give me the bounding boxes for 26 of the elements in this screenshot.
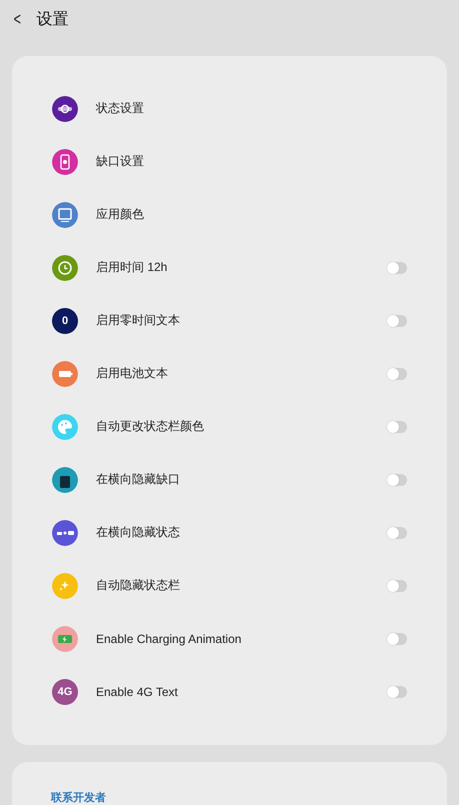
section-title[interactable]: 联系开发者 (51, 792, 106, 805)
page-title: 设置 (36, 10, 69, 30)
setting-label[interactable]: 状态设置 (96, 100, 407, 117)
toggle-switch[interactable] (387, 526, 407, 538)
setting-label[interactable]: 缺口设置 (96, 153, 407, 170)
toggle-switch[interactable] (387, 686, 407, 698)
setting-label: 在横向隐藏缺口 (96, 471, 181, 488)
toggle-switch[interactable] (387, 474, 407, 486)
toggle-switch[interactable] (387, 368, 407, 380)
toggle-switch[interactable] (387, 632, 407, 644)
setting-icon: 0 (52, 308, 78, 334)
toggle-switch[interactable] (387, 262, 407, 274)
setting-label: 启用电池文本 (96, 365, 169, 382)
setting-label: 启用零时间文本 (96, 312, 181, 329)
setting-label: 启用时间 12h (96, 259, 168, 276)
toggle-switch[interactable] (387, 314, 407, 326)
back-button[interactable]: < (14, 8, 21, 30)
setting-label: 自动更改状态栏颜色 (96, 418, 205, 435)
setting-label: Enable 4G Text (96, 684, 179, 698)
setting-label: 在横向隐藏状态 (96, 524, 181, 541)
setting-label: 自动隐藏状态栏 (96, 577, 181, 594)
toggle-switch[interactable] (387, 420, 407, 432)
setting-label: Enable Charging Animation (96, 632, 242, 646)
toggle-switch[interactable] (387, 580, 407, 592)
setting-icon: 4G (52, 678, 78, 704)
setting-label[interactable]: 应用颜色 (96, 206, 407, 223)
